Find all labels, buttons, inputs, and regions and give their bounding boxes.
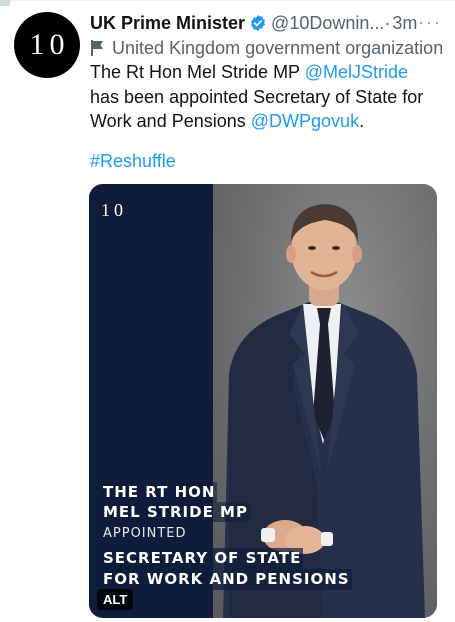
affiliation-label[interactable]: United Kingdom government organization — [112, 38, 443, 59]
mention-meljstride[interactable]: @MelJStride — [305, 62, 408, 82]
tweet-text-part3: . — [359, 111, 365, 131]
tweet-text: The Rt Hon Mel Stride MP @MelJStride has… — [90, 60, 440, 134]
verified-badge-icon — [249, 14, 267, 32]
top-divider — [0, 0, 455, 1]
caption-name: THE RT HON MEL STRIDE MP — [103, 482, 250, 522]
caption-role: SECRETARY OF STATE FOR WORK AND PENSIONS — [103, 548, 352, 590]
tweet-header: UK Prime Minister @10Downin... · 3m ··· — [90, 12, 442, 34]
timestamp[interactable]: 3m — [392, 13, 417, 34]
flag-icon — [91, 40, 103, 56]
avatar[interactable]: 10 — [14, 12, 80, 78]
tweet-media-image[interactable]: 10 THE RT HON MEL STRIDE MP APPOINTED SE… — [89, 184, 437, 618]
avatar-logo: 10 — [29, 28, 70, 61]
hashtag-reshuffle[interactable]: #Reshuffle — [90, 151, 176, 172]
caption-role-line-2: FOR WORK AND PENSIONS — [103, 569, 352, 590]
caption-line-2: MEL STRIDE MP — [103, 502, 250, 522]
caption-role-line-1: SECRETARY OF STATE — [103, 548, 304, 569]
logo-mark: 10 — [101, 200, 127, 220]
mention-dwpgovuk[interactable]: @DWPgovuk — [251, 111, 359, 131]
alt-text-button[interactable]: ALT — [97, 589, 134, 610]
caption-line-1: THE RT HON — [103, 482, 218, 502]
caption-appointed: APPOINTED — [103, 526, 187, 541]
previous-tweet-edge — [0, 0, 10, 6]
handle[interactable]: @10Downin... — [271, 13, 384, 34]
affiliation-row: United Kingdom government organization — [90, 37, 443, 59]
separator-dot: · — [384, 12, 391, 33]
display-name[interactable]: UK Prime Minister — [90, 13, 245, 34]
tweet-text-part1: The Rt Hon Mel Stride MP — [90, 62, 305, 82]
more-icon[interactable]: ··· — [418, 12, 442, 33]
